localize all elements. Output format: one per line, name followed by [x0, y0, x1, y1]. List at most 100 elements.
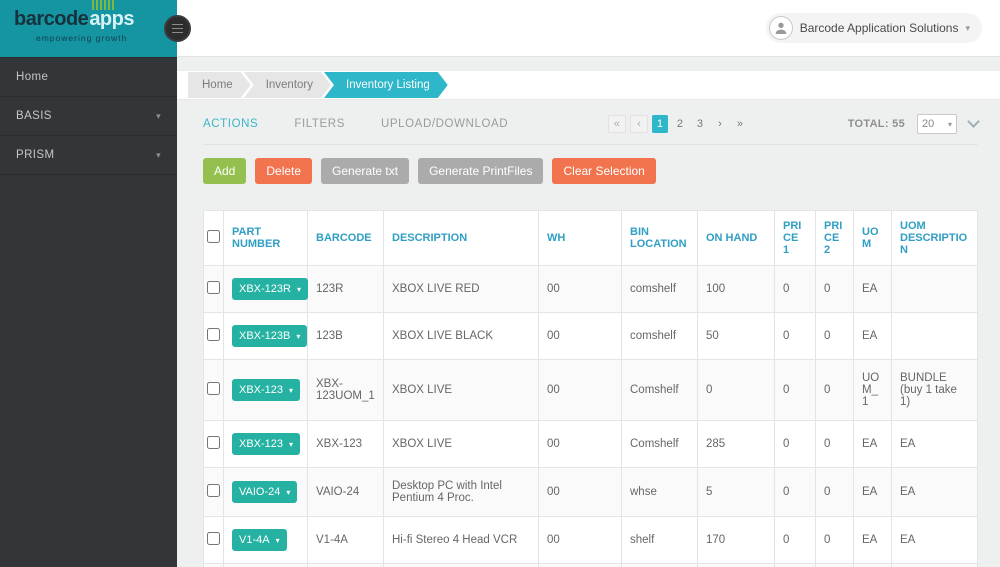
part-number-button[interactable]: XBX-123 ▾ [232, 379, 301, 401]
row-checkbox[interactable] [207, 281, 220, 294]
column-price-2[interactable]: PRICE 2 [815, 210, 854, 266]
breadcrumb-inventory-listing[interactable]: Inventory Listing [324, 72, 448, 98]
part-number-cell: V1-2A▾ [223, 563, 308, 567]
page-size-select[interactable]: 20 ▾ [917, 114, 957, 134]
sidebar-item-home[interactable]: Home [0, 58, 177, 97]
cell-on-hand: 170 [697, 516, 775, 564]
pagination-page-3[interactable]: 3 [692, 115, 708, 133]
cell-uom-description: EA [891, 467, 978, 517]
pagination-last-button[interactable]: » [732, 115, 748, 133]
cell-price-1: 0 [774, 563, 816, 567]
add-button[interactable]: Add [203, 158, 247, 184]
pagination-page-1[interactable]: 1 [651, 115, 668, 133]
cell-on-hand: 285 [697, 420, 775, 468]
inventory-table: PART NUMBER BARCODE DESCRIPTION WH BIN L… [203, 210, 978, 567]
sidebar-item-label: PRISM [16, 149, 55, 161]
cell-uom: EA [853, 563, 892, 567]
part-number-button[interactable]: XBX-123 ▾ [232, 433, 301, 455]
part-number-label: XBX-123B [239, 330, 291, 342]
chevron-down-icon: ▾ [156, 149, 161, 160]
top-bar: Barcode Application Solutions ▾ [177, 0, 1000, 57]
cell-barcode: XBX-123UOM_1 [307, 359, 384, 421]
tab-actions[interactable]: ACTIONS [203, 118, 258, 130]
chevron-down-icon: ▾ [296, 284, 301, 294]
part-number-button[interactable]: VAIO-24 ▾ [232, 481, 298, 503]
row-checkbox-cell [203, 265, 224, 313]
breadcrumb-home[interactable]: Home [188, 72, 251, 98]
tab-upload-download[interactable]: UPLOAD/DOWNLOAD [381, 118, 508, 130]
row-checkbox[interactable] [207, 532, 220, 545]
row-checkbox-cell [203, 359, 224, 421]
generate-txt-button[interactable]: Generate txt [321, 158, 410, 184]
sidebar-item-basis[interactable]: BASIS ▾ [0, 97, 177, 136]
table-body: XBX-123R ▾ 123R XBOX LIVE RED 00 comshelf 100 0… [203, 265, 978, 567]
row-checkbox[interactable] [207, 328, 220, 341]
pagination-page-2[interactable]: 2 [672, 115, 688, 133]
cell-description: XBOX LIVE BLACK [383, 312, 539, 360]
sidebar: barcode apps empowering growth Home BASI… [0, 0, 177, 567]
row-checkbox-cell [203, 563, 224, 567]
brand-name-secondary: apps [89, 8, 134, 30]
table-row: V1-2A▾V1-2ADigital-VHS VCR with HDTV-Rec… [203, 563, 978, 567]
select-all-checkbox[interactable] [207, 230, 220, 243]
cell-description: XBOX LIVE [383, 420, 539, 468]
list-toolbar: ACTIONS FILTERS UPLOAD/DOWNLOAD « ‹ 1 2 … [203, 114, 980, 145]
row-checkbox-cell [203, 420, 224, 468]
row-checkbox[interactable] [207, 484, 220, 497]
table-row: XBX-123 ▾ XBX-123UOM_1 XBOX LIVE 00 Comshelf 0… [203, 359, 978, 421]
column-description[interactable]: DESCRIPTION [383, 210, 539, 266]
breadcrumb-inventory[interactable]: Inventory [244, 72, 331, 98]
cell-price-2: 0 [815, 359, 854, 421]
user-account-menu[interactable]: Barcode Application Solutions ▾ [765, 13, 982, 43]
cell-description: Desktop PC with Intel Pentium 4 Proc. [383, 467, 539, 517]
column-uom[interactable]: UOM [853, 210, 892, 266]
cell-wh: 00 [538, 563, 622, 567]
chevron-down-icon: ▾ [289, 385, 294, 395]
cell-price-2: 0 [815, 265, 854, 313]
cell-bin-location: comshelf [621, 312, 698, 360]
sidebar-item-prism[interactable]: PRISM ▾ [0, 136, 177, 175]
brand-tagline: empowering growth [36, 33, 128, 43]
part-number-button[interactable]: V1-4A ▾ [232, 529, 287, 551]
column-on-hand[interactable]: ON HAND [697, 210, 775, 266]
chevron-down-icon: ▾ [296, 331, 301, 341]
toolbar-tabs: ACTIONS FILTERS UPLOAD/DOWNLOAD [203, 118, 508, 130]
pagination-first-button[interactable]: « [607, 115, 626, 133]
clear-selection-button[interactable]: Clear Selection [552, 158, 656, 184]
column-barcode[interactable]: BARCODE [307, 210, 384, 266]
sidebar-item-label: Home [16, 71, 49, 83]
part-number-cell: VAIO-24 ▾ [223, 467, 308, 517]
part-number-button[interactable]: XBX-123R ▾ [232, 278, 308, 300]
column-wh[interactable]: WH [538, 210, 622, 266]
pagination: « ‹ 1 2 3 › » [607, 115, 748, 133]
user-account-label: Barcode Application Solutions [799, 21, 959, 35]
column-part-number[interactable]: PART NUMBER [223, 210, 308, 266]
chevron-down-icon: ▾ [286, 487, 291, 497]
column-price-1[interactable]: PRICE 1 [774, 210, 816, 266]
column-bin-location[interactable]: BIN LOCATION [621, 210, 698, 266]
delete-button[interactable]: Delete [255, 158, 313, 184]
cell-on-hand: 67 [697, 563, 775, 567]
cell-uom: UOM_1 [853, 359, 892, 421]
cell-price-1: 0 [774, 467, 816, 517]
pagination-prev-button[interactable]: ‹ [629, 115, 648, 133]
column-uom-description[interactable]: UOM DESCRIPTION [891, 210, 978, 266]
row-checkbox[interactable] [207, 382, 220, 395]
sidebar-toggle-button[interactable] [164, 15, 191, 42]
hamburger-icon [172, 27, 183, 30]
row-checkbox[interactable] [207, 436, 220, 449]
cell-wh: 00 [538, 359, 622, 421]
pagination-next-button[interactable]: › [712, 115, 728, 133]
part-number-button[interactable]: XBX-123B ▾ [232, 325, 308, 347]
cell-on-hand: 0 [697, 359, 775, 421]
collapse-panel-chevron-icon[interactable] [967, 115, 980, 128]
brand-logo: barcode apps empowering growth [0, 0, 177, 57]
cell-bin-location: whse [621, 467, 698, 517]
cell-barcode: 123B [307, 312, 384, 360]
cell-on-hand: 50 [697, 312, 775, 360]
table-row: XBX-123R ▾ 123R XBOX LIVE RED 00 comshelf 100 0… [203, 265, 978, 313]
person-icon [775, 22, 787, 34]
table-row: XBX-123B ▾ 123B XBOX LIVE BLACK 00 comshelf 50… [203, 312, 978, 360]
generate-printfiles-button[interactable]: Generate PrintFiles [418, 158, 544, 184]
tab-filters[interactable]: FILTERS [294, 118, 345, 130]
